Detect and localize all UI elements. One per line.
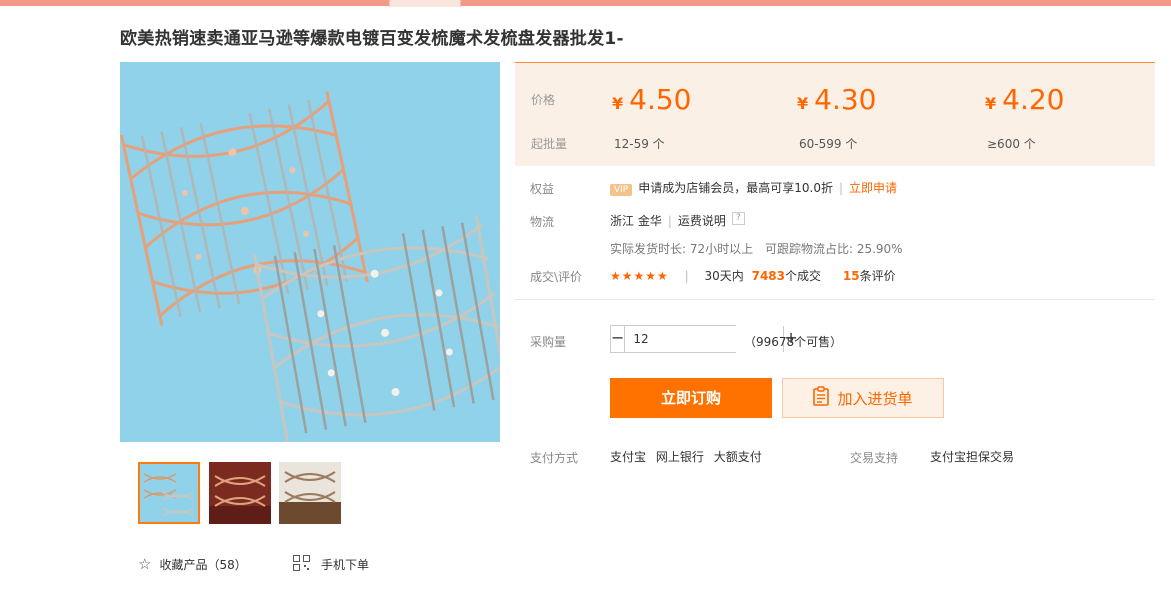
product-title: 欧美热销速卖通亚马逊等爆款电镀百变发梳魔术发梳盘发器批发1- [120,29,624,49]
benefit-label: 权益 [530,182,555,196]
section-divider [515,299,1155,300]
track-rate: 可跟踪物流占比: 25.90% [764,242,903,256]
benefit-row: VIP 申请成为店铺会员，最高可享10.0折 | 立即申请 [610,179,897,196]
payment-method-bank: 网上银行 [655,450,704,464]
payment-label: 支付方式 [530,451,579,465]
trade-support-value: 支付宝担保交易 [930,450,1015,464]
price-tier-1: ¥ 4.50 [612,83,692,116]
apply-now-link[interactable]: 立即申请 [849,181,897,195]
decrease-button[interactable]: − [611,326,626,352]
review-count[interactable]: 15 [843,269,860,283]
days-prefix: 30天内 [704,269,744,283]
qr-code-icon [293,555,311,574]
favorite-product[interactable]: ☆ 收藏产品（58） [138,555,247,573]
deal-suffix: 个成交 [785,269,822,283]
payment-method-large: 大额支付 [713,450,762,464]
trade-support-label: 交易支持 [850,451,899,465]
add-to-cart-label: 加入进货单 [837,389,913,408]
favorite-label: 收藏产品（58） [159,557,247,572]
logistics-label: 物流 [530,215,555,229]
payment-methods: 支付宝 网上银行 大额支付 [610,448,762,465]
thumbnail-2[interactable] [209,462,271,524]
star-outline-icon: ☆ [138,555,152,573]
top-tab-indicator[interactable] [389,0,461,7]
qty-tier-2: 60-599 个 [799,137,858,151]
payment-method-alipay: 支付宝 [610,450,647,464]
qty-tier-1: 12-59 个 [614,137,665,151]
ship-time: 实际发货时长: 72小时以上 [610,242,754,256]
vip-badge: VIP [610,184,633,196]
price-tier-3: ¥ 4.20 [985,83,1065,116]
buy-now-button[interactable]: 立即订购 [610,378,772,418]
thumbnail-1[interactable] [138,462,200,524]
hair-comb-illustration [120,91,500,442]
review-suffix[interactable]: 条评价 [860,269,896,283]
benefit-text: 申请成为店铺会员，最高可享10.0折 [638,181,833,195]
price-tier-2: ¥ 4.30 [797,83,877,116]
add-to-cart-button[interactable]: 加入进货单 [782,378,944,418]
help-icon[interactable]: ? [731,212,745,225]
rating-stars: ★★★★★ [610,269,669,283]
thumbnail-3[interactable] [279,462,341,524]
deal-review-label: 成交\评价 [530,270,583,284]
price-label: 价格 [531,93,556,107]
min-order-label: 起批量 [531,137,568,151]
logistics-row: 浙江 金华 | 运费说明? [610,212,745,229]
shipping-fee-link[interactable]: 运费说明 [678,214,726,228]
clipboard-icon [813,386,830,410]
price-panel: 价格 起批量 ¥ 4.50 ¥ 4.30 ¥ 4.20 12-59 个 60-5… [515,62,1155,166]
available-stock: （99678个可售） [744,335,843,349]
logistics-stats: 实际发货时长: 72小时以上 可跟踪物流占比: 25.90% [610,240,903,257]
deal-count: 7483 [751,269,786,283]
mobile-order[interactable]: 手机下单 [293,555,369,574]
qty-tier-3: ≥600 个 [987,137,1036,151]
deal-review-row: ★★★★★ | 30天内 7483个成交 15条评价 [610,269,896,283]
quantity-label: 采购量 [530,335,567,349]
main-product-image[interactable] [120,62,500,442]
origin-location: 浙江 金华 [610,214,662,228]
mobile-order-label: 手机下单 [321,558,370,572]
quantity-stepper: − + [610,325,798,353]
top-accent-bar [0,0,1171,6]
